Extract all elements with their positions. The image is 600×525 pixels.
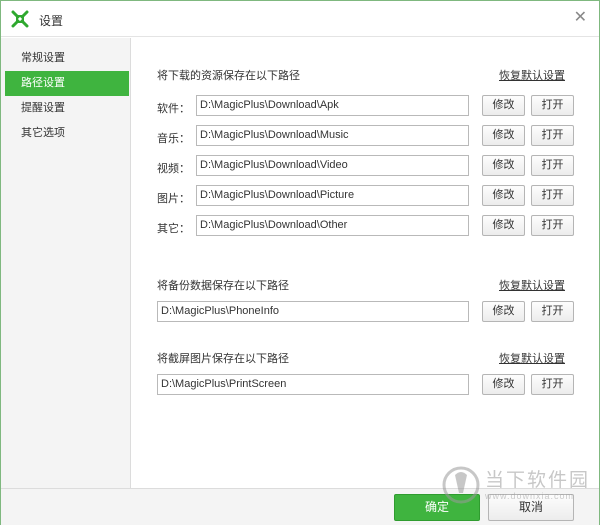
video-open-button[interactable]: 打开 [531, 155, 574, 176]
picture-path-field[interactable]: D:\MagicPlus\Download\Picture [196, 185, 469, 206]
backup-modify-button[interactable]: 修改 [482, 301, 525, 322]
other-label: 其它： [157, 223, 190, 235]
downloads-restore-default-link[interactable]: 恢复默认设置 [499, 67, 565, 83]
other-open-button[interactable]: 打开 [531, 215, 574, 236]
window-title: 设置 [39, 14, 64, 28]
music-open-button[interactable]: 打开 [531, 125, 574, 146]
software-open-button[interactable]: 打开 [531, 95, 574, 116]
sidebar-item-general[interactable]: 常规设置 [5, 46, 129, 71]
backup-restore-default-link[interactable]: 恢复默认设置 [499, 277, 565, 293]
music-path-field[interactable]: D:\MagicPlus\Download\Music [196, 125, 469, 146]
screenshot-path-field[interactable]: D:\MagicPlus\PrintScreen [157, 374, 469, 395]
screenshot-heading: 将截屏图片保存在以下路径 [157, 353, 289, 365]
video-modify-button[interactable]: 修改 [482, 155, 525, 176]
picture-modify-button[interactable]: 修改 [482, 185, 525, 206]
sidebar-item-reminders[interactable]: 提醒设置 [5, 96, 129, 121]
watermark-url: www.downxia.com [485, 491, 575, 501]
sidebar: 常规设置 路径设置 提醒设置 其它选项 [1, 38, 131, 488]
screenshot-modify-button[interactable]: 修改 [482, 374, 525, 395]
settings-window: 设置 ✕ 常规设置 路径设置 提醒设置 其它选项 将下载的资源保存在以下路径 恢… [0, 0, 600, 525]
watermark-text: 当下软件园 [485, 469, 591, 491]
other-modify-button[interactable]: 修改 [482, 215, 525, 236]
sidebar-item-other-options[interactable]: 其它选项 [5, 121, 129, 146]
title-bar: 设置 ✕ [1, 1, 599, 37]
software-path-field[interactable]: D:\MagicPlus\Download\Apk [196, 95, 469, 116]
backup-heading: 将备份数据保存在以下路径 [157, 280, 289, 292]
close-icon[interactable]: ✕ [574, 10, 587, 26]
video-path-field[interactable]: D:\MagicPlus\Download\Video [196, 155, 469, 176]
screenshot-open-button[interactable]: 打开 [531, 374, 574, 395]
software-label: 软件： [157, 103, 190, 115]
music-modify-button[interactable]: 修改 [482, 125, 525, 146]
downloads-heading: 将下载的资源保存在以下路径 [157, 70, 300, 82]
backup-path-field[interactable]: D:\MagicPlus\PhoneInfo [157, 301, 469, 322]
screenshot-restore-default-link[interactable]: 恢复默认设置 [499, 350, 565, 366]
software-modify-button[interactable]: 修改 [482, 95, 525, 116]
path-settings-panel: 将下载的资源保存在以下路径 恢复默认设置 软件： D:\MagicPlus\Do… [132, 38, 599, 488]
other-path-field[interactable]: D:\MagicPlus\Download\Other [196, 215, 469, 236]
music-label: 音乐： [157, 133, 190, 145]
picture-label: 图片： [157, 193, 190, 205]
backup-open-button[interactable]: 打开 [531, 301, 574, 322]
watermark-logo-icon [442, 466, 480, 504]
sidebar-item-paths[interactable]: 路径设置 [5, 71, 129, 96]
picture-open-button[interactable]: 打开 [531, 185, 574, 206]
video-label: 视频： [157, 163, 190, 175]
watermark: 当下软件园 www.downxia.com [441, 463, 591, 507]
app-logo-icon [11, 10, 29, 28]
